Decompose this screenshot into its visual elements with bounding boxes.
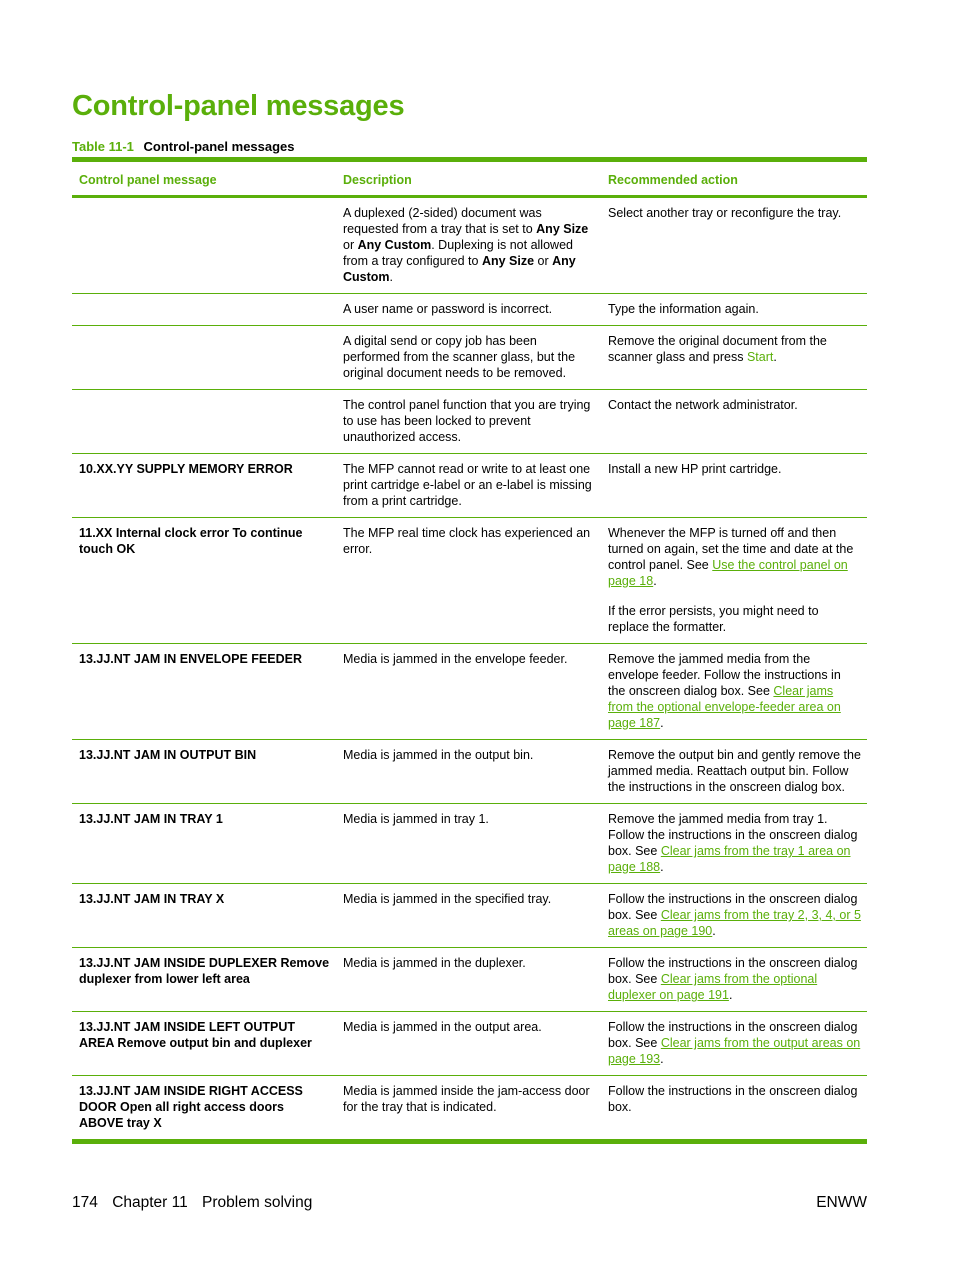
action-cell: Install a new HP print cartridge. — [601, 453, 867, 518]
message-cell: 13.JJ.NT JAM IN TRAY 1 — [72, 803, 336, 884]
table-number: Table 11-1 — [72, 139, 134, 154]
footer-left: 174 Chapter 11 Problem solving — [72, 1194, 312, 1212]
table-row: 13.JJ.NT JAM IN OUTPUT BIN Media is jamm… — [72, 739, 867, 804]
description-text: or — [534, 254, 553, 268]
header-description: Description — [336, 159, 601, 198]
action-text: Remove the output bin and gently remove … — [608, 748, 861, 794]
description-text: A duplexed (2-sided) document was reques… — [343, 206, 542, 236]
action-text: . — [712, 924, 716, 938]
action-text: . — [773, 350, 777, 364]
header-action: Recommended action — [601, 159, 867, 198]
description-bold: Any Custom — [357, 238, 432, 252]
description-cell: A digital send or copy job has been perf… — [336, 325, 601, 390]
message-cell: 13.JJ.NT JAM INSIDE LEFT OUTPUT AREA Rem… — [72, 1011, 336, 1076]
description-bold: Any Size — [481, 254, 535, 268]
table-row: A user name or password is incorrect. Ty… — [72, 293, 867, 326]
action-text: . — [660, 716, 664, 730]
page-number: 174 — [72, 1194, 98, 1211]
action-cell: Type the information again. — [601, 293, 867, 326]
table-row: 13.JJ.NT JAM IN ENVELOPE FEEDER Media is… — [72, 643, 867, 740]
message-cell: 13.JJ.NT JAM INSIDE RIGHT ACCESS DOOR Op… — [79, 1084, 303, 1130]
action-cell: Whenever the MFP is turned off and then … — [601, 517, 867, 644]
message-cell: 13.JJ.NT JAM INSIDE DUPLEXER Remove dupl… — [72, 947, 336, 1012]
description-cell: The control panel function that you are … — [336, 389, 601, 454]
message-cell: 13.JJ.NT JAM IN ENVELOPE FEEDER — [72, 643, 336, 740]
action-cell: Remove the output bin and gently remove … — [601, 739, 867, 804]
action-cell: Remove the jammed media from the envelop… — [601, 643, 867, 740]
description-bold: Any Size — [536, 222, 589, 236]
description-cell: A duplexed (2-sided) document was reques… — [336, 196, 601, 294]
action-cell: Follow the instructions in the onscreen … — [601, 1011, 867, 1076]
message-cell — [72, 389, 336, 454]
action-cell: Select another tray or reconfigure the t… — [601, 196, 867, 294]
description-cell: Media is jammed in the output area. — [336, 1011, 601, 1076]
description-cell: The MFP cannot read or write to at least… — [336, 453, 601, 518]
action-cell: Remove the jammed media from tray 1. Fol… — [601, 803, 867, 884]
messages-table-wrapper: Control panel message Description Recomm… — [72, 157, 867, 1144]
message-cell: 13.JJ.NT JAM IN TRAY X — [72, 883, 336, 948]
action-text: Install a new HP print cartridge. — [608, 462, 782, 476]
page-title: Control-panel messages — [72, 90, 405, 122]
description-cell: A user name or password is incorrect. — [336, 293, 601, 326]
action-text: Remove the original document from the sc… — [608, 334, 827, 364]
message-cell: 10.XX.YY SUPPLY MEMORY ERROR — [72, 453, 336, 518]
table-caption: Table 11-1 Control-panel messages — [72, 139, 295, 154]
action-cell: Remove the original document from the sc… — [601, 325, 867, 390]
description-cell: Media is jammed in the duplexer. — [336, 947, 601, 1012]
section-label: Problem solving — [202, 1194, 313, 1211]
start-button-label: Start — [746, 350, 774, 364]
table-row: 11.XX Internal clock error To continue t… — [72, 517, 867, 644]
chapter-label: Chapter 11 — [112, 1194, 188, 1211]
description-cell: Media is jammed in tray 1. — [336, 803, 601, 884]
table-row: 13.JJ.NT JAM IN TRAY 1 Media is jammed i… — [72, 803, 867, 884]
action-text: Follow the instructions in the onscreen … — [608, 1084, 858, 1114]
table-row: The control panel function that you are … — [72, 389, 867, 454]
table-row: 13.JJ.NT JAM INSIDE RIGHT ACCESS DOOR Op… — [72, 1076, 867, 1142]
action-cell: Follow the instructions in the onscreen … — [601, 947, 867, 1012]
messages-table: Control panel message Description Recomm… — [72, 157, 867, 1144]
action-text: . — [653, 574, 657, 588]
action-text: . — [728, 988, 733, 1002]
message-cell — [72, 293, 336, 326]
message-cell — [72, 196, 336, 294]
description-cell: Media is jammed in the output bin. — [336, 739, 601, 804]
description-cell: Media is jammed in the specified tray. — [336, 883, 601, 948]
table-header-row: Control panel message Description Recomm… — [72, 159, 867, 198]
table-row: 13.JJ.NT JAM IN TRAY X Media is jammed i… — [72, 883, 867, 948]
table-body: A duplexed (2-sided) document was reques… — [72, 196, 867, 1142]
action-cell: Contact the network administrator. — [601, 389, 867, 454]
table-row: A digital send or copy job has been perf… — [72, 325, 867, 390]
table-title: Control-panel messages — [143, 139, 295, 154]
message-cell: 11.XX Internal clock error To continue t… — [72, 517, 336, 644]
action-text: Select another tray or reconfigure the t… — [608, 206, 842, 220]
action-text: . — [660, 860, 664, 874]
footer-right: ENWW — [816, 1194, 867, 1211]
action-text: . — [660, 1052, 664, 1066]
message-cell — [72, 325, 336, 390]
description-cell: The MFP real time clock has experienced … — [336, 517, 601, 644]
action-text: Type the information again. — [608, 302, 759, 316]
action-cell: Follow the instructions in the onscreen … — [601, 883, 867, 948]
table-row: 13.JJ.NT JAM INSIDE DUPLEXER Remove dupl… — [72, 947, 867, 1012]
action-cell: Follow the instructions in the onscreen … — [601, 1076, 867, 1142]
action-text: Contact the network administrator. — [608, 398, 798, 412]
table-row: 13.JJ.NT JAM INSIDE LEFT OUTPUT AREA Rem… — [72, 1011, 867, 1076]
description-cell: Media is jammed in the envelope feeder. — [336, 643, 601, 740]
header-message: Control panel message — [72, 159, 336, 198]
table-row: A duplexed (2-sided) document was reques… — [72, 196, 867, 294]
description-cell: Media is jammed inside the jam-access do… — [343, 1084, 590, 1114]
action-extra-text: If the error persists, you might need to… — [608, 604, 819, 634]
description-text: . — [389, 270, 394, 284]
message-cell: 13.JJ.NT JAM IN OUTPUT BIN — [72, 739, 336, 804]
table-row: 10.XX.YY SUPPLY MEMORY ERROR The MFP can… — [72, 453, 867, 518]
description-text: or — [343, 238, 358, 252]
